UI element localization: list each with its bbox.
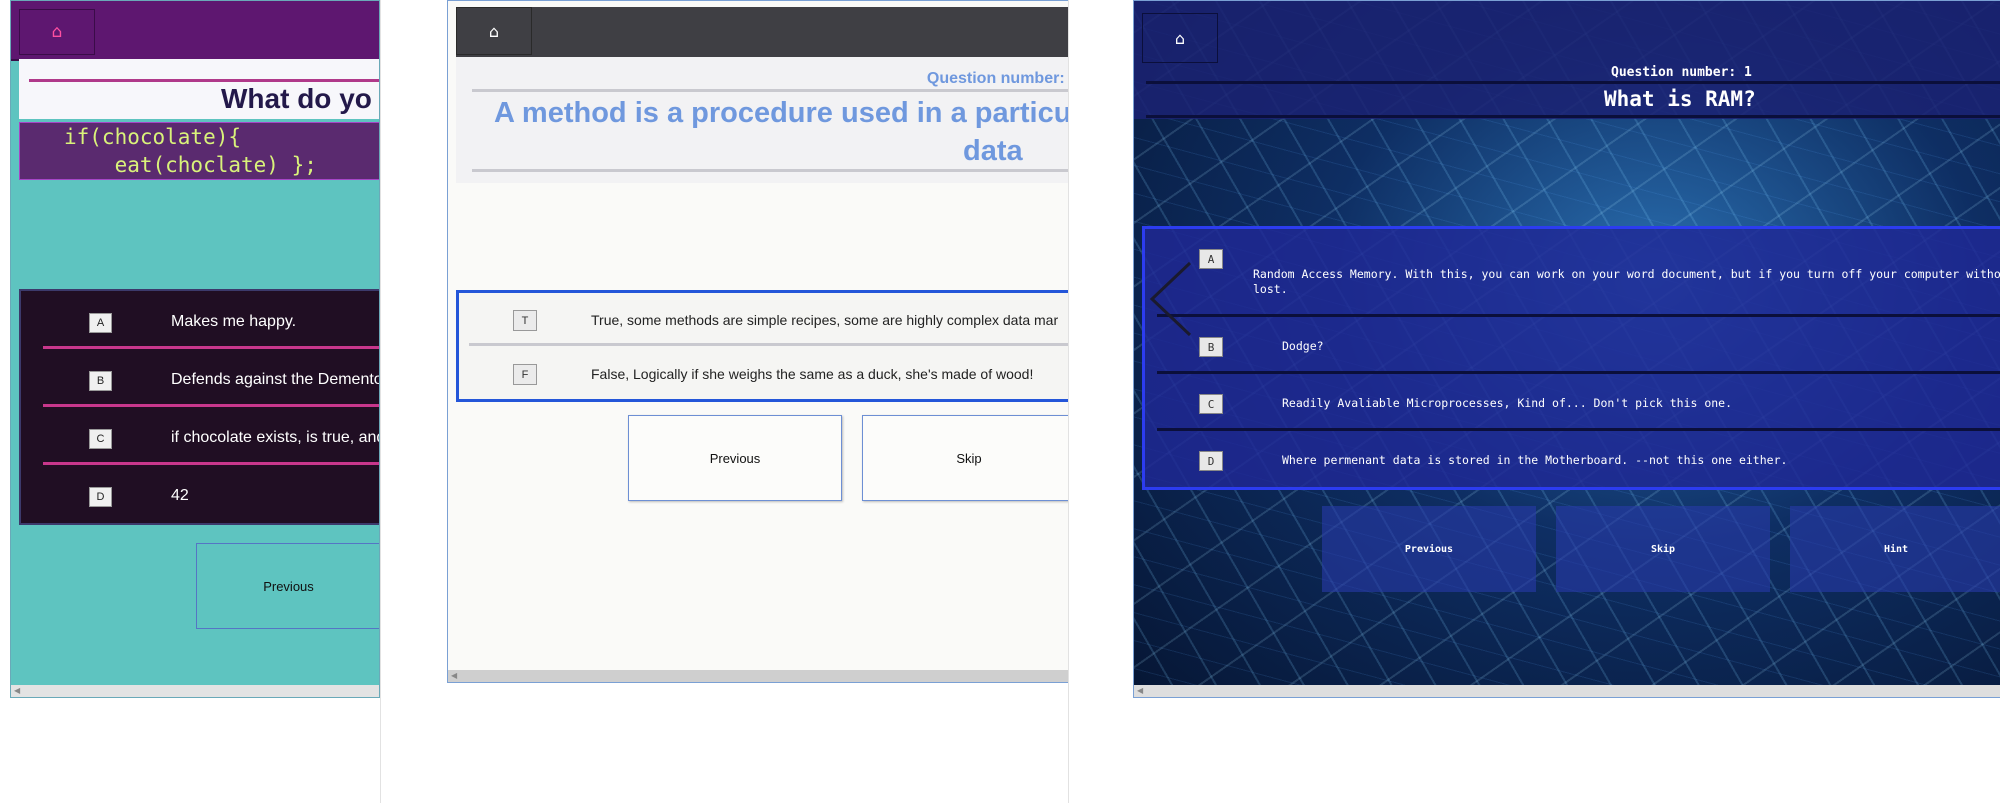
answer-option-a[interactable]: A Makes me happy.: [21, 291, 379, 349]
answer-text: True, some methods are simple recipes, s…: [591, 312, 1059, 328]
question-number: Question number: 6: [926, 70, 1069, 87]
answer-option-true[interactable]: T True, some methods are simple recipes,…: [459, 293, 1068, 346]
answer-text: Makes me happy.: [171, 313, 297, 330]
previous-button[interactable]: Previous: [1322, 506, 1536, 592]
answer-text: Where permenant data is stored in the Mo…: [1282, 453, 1788, 467]
horizontal-scrollbar[interactable]: ◀: [1134, 685, 2000, 697]
answer-option-b[interactable]: B Dodge?: [1145, 317, 2000, 374]
answer-option-false[interactable]: F False, Logically if she weighs the sam…: [459, 347, 1068, 400]
question-number: Question number: 1: [1611, 65, 1752, 80]
answer-text: if chocolate exists, is true, and: [171, 429, 380, 446]
answer-text: Defends against the Demento: [171, 371, 380, 388]
divider: [469, 343, 1068, 346]
skip-button[interactable]: Skip: [862, 415, 1068, 501]
quiz-window-purple: ⌂ What do yo if(chocolate){ eat(choclate…: [10, 0, 380, 698]
divider: [472, 89, 1068, 92]
answer-text-line: lost.: [1253, 282, 1288, 296]
answer-option-d[interactable]: D Where permenant data is stored in the …: [1145, 431, 2000, 488]
answer-letter: A: [89, 313, 112, 333]
divider: [29, 79, 379, 82]
nav-bar: [456, 7, 1068, 57]
horizontal-scrollbar[interactable]: ◀: [11, 685, 379, 697]
question-title: What do yo: [221, 83, 372, 114]
answer-text: False, Logically if she weighs the same …: [591, 366, 1034, 382]
code-line: eat(choclate) };: [64, 153, 317, 177]
answer-letter: F: [513, 364, 537, 385]
answer-text: 42: [171, 487, 189, 504]
divider: [472, 169, 1068, 172]
quiz-window-dark-container: ⌂ Question number: 1 What is RAM? A Rand…: [1068, 0, 2000, 803]
home-button[interactable]: ⌂: [1142, 13, 1218, 63]
divider: [1146, 81, 2000, 84]
code-line: if(chocolate){: [64, 125, 242, 149]
skip-button[interactable]: Skip: [1556, 506, 1770, 592]
question-text: A method is a procedure used in a partic…: [494, 97, 1069, 129]
scroll-left-icon[interactable]: ◀: [1137, 686, 1143, 695]
divider: [1146, 115, 2000, 118]
previous-button[interactable]: Previous: [196, 543, 379, 629]
answer-list: A Makes me happy. B Defends against the …: [19, 289, 380, 525]
answer-text: Random Access Memory. With this, you can…: [1253, 267, 2000, 297]
quiz-window-dark: ⌂ Question number: 1 What is RAM? A Rand…: [1133, 0, 2000, 698]
code-snippet: if(chocolate){ eat(choclate) };: [19, 122, 379, 180]
answer-text: Dodge?: [1282, 339, 1324, 353]
quiz-window-light-container: ⌂ Question number: 6 A method is a proce…: [380, 0, 1069, 803]
answer-text: Readily Avaliable Microprocesses, Kind o…: [1282, 396, 1733, 410]
answer-letter: A: [1199, 249, 1223, 269]
answer-text-line: Random Access Memory. With this, you can…: [1253, 267, 2000, 281]
answer-option-a[interactable]: A Random Access Memory. With this, you c…: [1145, 229, 2000, 317]
answer-option-c[interactable]: C Readily Avaliable Microprocesses, Kind…: [1145, 374, 2000, 431]
scroll-left-icon[interactable]: ◀: [14, 686, 20, 695]
home-button[interactable]: ⌂: [456, 7, 532, 55]
answer-letter: C: [89, 429, 112, 449]
answer-option-b[interactable]: B Defends against the Demento: [21, 349, 380, 407]
answer-letter: B: [89, 371, 112, 391]
answer-option-d[interactable]: D 42: [21, 465, 379, 523]
hint-button[interactable]: Hint: [1790, 506, 2000, 592]
question-header: [1134, 1, 2000, 119]
home-icon: ⌂: [1174, 28, 1186, 48]
answer-list: T True, some methods are simple recipes,…: [456, 290, 1068, 402]
answer-list: A Random Access Memory. With this, you c…: [1142, 226, 2000, 490]
home-icon: ⌂: [488, 21, 500, 41]
answer-letter: D: [89, 487, 112, 507]
horizontal-scrollbar[interactable]: ◀: [448, 670, 1068, 682]
answer-option-c[interactable]: C if chocolate exists, is true, and: [21, 407, 380, 465]
question-title: What is RAM?: [1604, 87, 1756, 111]
question-text-continued: data: [963, 135, 1023, 167]
answer-letter: C: [1199, 394, 1223, 414]
scroll-left-icon[interactable]: ◀: [451, 671, 457, 680]
home-button[interactable]: ⌂: [19, 9, 95, 55]
quiz-window-light: ⌂ Question number: 6 A method is a proce…: [447, 0, 1069, 683]
home-icon: ⌂: [51, 22, 63, 42]
answer-letter: D: [1199, 451, 1223, 471]
answer-letter: T: [513, 310, 537, 331]
chevron-left-icon[interactable]: [1146, 259, 1196, 339]
answer-letter: B: [1199, 337, 1223, 357]
previous-button[interactable]: Previous: [628, 415, 842, 501]
